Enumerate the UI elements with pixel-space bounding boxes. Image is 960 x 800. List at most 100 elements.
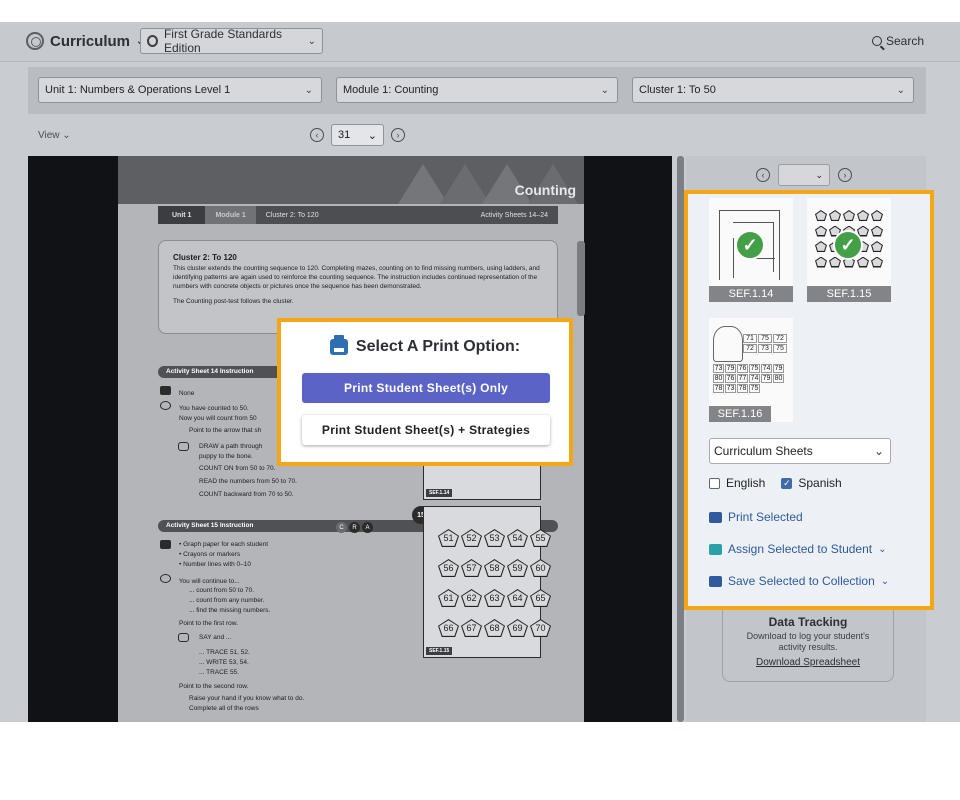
- unit-dropdown[interactable]: Unit 1: Numbers & Operations Level 1 ⌄: [38, 77, 322, 103]
- cra-c: C: [336, 522, 347, 533]
- cra-indicator: C R A: [336, 522, 373, 533]
- sheet14-materials: None: [160, 386, 194, 399]
- sheet14-line: READ the numbers from 50 to 70.: [199, 478, 297, 485]
- page-value: 31: [338, 129, 351, 141]
- pentagon: 58: [484, 559, 505, 577]
- pentagon: 53: [484, 529, 505, 547]
- pentagon: 68: [484, 619, 505, 637]
- sheet14-line: COUNT backward from 70 to 50.: [199, 491, 294, 498]
- pentagon-row: 51 52 53 54 55: [438, 529, 551, 547]
- print-sheets-only-button[interactable]: Print Student Sheet(s) Only: [302, 373, 550, 403]
- thumbnail-page-select[interactable]: ⌄: [778, 164, 830, 186]
- view-menu[interactable]: View ⌄: [38, 130, 71, 141]
- chevron-down-icon: ⌄: [815, 169, 823, 180]
- language-options: English ✓ Spanish: [709, 476, 842, 490]
- doc-title: Counting: [514, 182, 576, 198]
- previous-thumbnail-button[interactable]: ‹: [756, 168, 770, 182]
- filter-bar: Unit 1: Numbers & Operations Level 1 ⌄ M…: [28, 67, 926, 114]
- curriculum-menu[interactable]: Curriculum ⌄: [26, 32, 144, 50]
- sheet15-material: • Number lines with 0–10: [179, 561, 252, 568]
- pentagon: 54: [507, 529, 528, 547]
- printer-icon: [709, 511, 722, 523]
- task-icon: [178, 633, 189, 642]
- modal-title-text: Select A Print Option:: [355, 338, 521, 355]
- print-selected-label: Print Selected: [728, 510, 803, 524]
- cartoon-illustration: [713, 326, 743, 362]
- cluster-text: This cluster extends the counting sequen…: [173, 265, 540, 290]
- download-spreadsheet-link[interactable]: Download Spreadsheet: [723, 657, 893, 668]
- sheet15-line: Raise your hand if you know what to do.: [189, 695, 305, 702]
- module-value: Module 1: Counting: [343, 84, 439, 96]
- pentagon-row: 66 67 68 69 70: [438, 619, 551, 637]
- sheet15-label: SEF.1.15: [426, 647, 453, 655]
- cluster-dropdown[interactable]: Cluster 1: To 50 ⌄: [632, 77, 914, 103]
- sheet15-line: ... TRACE 51, 52.: [199, 649, 250, 656]
- pentagon: 69: [507, 619, 528, 637]
- pentagon: 55: [530, 529, 551, 547]
- pentagon: 57: [461, 559, 482, 577]
- english-checkbox[interactable]: [709, 477, 720, 489]
- sheet-type-value: Curriculum Sheets: [714, 444, 813, 458]
- cra-r: R: [349, 522, 360, 533]
- edition-label: First Grade Standards Edition: [163, 27, 283, 55]
- app-title: Curriculum: [50, 32, 131, 50]
- thumbnail-sef-1-14[interactable]: ✓ SEF.1.14: [709, 198, 793, 302]
- thumbnail-sef-1-16[interactable]: 71 75 72 72 73 75 73 79 76 75 74 79 80 7…: [709, 318, 793, 422]
- thumbnail-label: SEF.1.14: [709, 286, 793, 302]
- save-selected-label: Save Selected to Collection: [728, 574, 875, 588]
- speech-icon: [160, 574, 171, 583]
- curriculum-logo-icon: [26, 32, 44, 50]
- pentagon: 67: [461, 619, 482, 637]
- sheet15-line: Point to the second row.: [179, 683, 249, 690]
- edition-icon: [147, 35, 158, 47]
- module-dropdown[interactable]: Module 1: Counting ⌄: [336, 77, 618, 103]
- cluster-note: The Counting post-test follows the clust…: [173, 298, 294, 305]
- print-sheets-strategies-button[interactable]: Print Student Sheet(s) + Strategies: [302, 415, 550, 445]
- sheet15-thumbnail: 51 52 53 54 55 56 57 58 59 60 61 62 63 6…: [423, 506, 551, 658]
- pentagon: 62: [461, 589, 482, 607]
- page-select[interactable]: 31 ⌄: [331, 124, 384, 146]
- thumbnail-sef-1-15[interactable]: ✓ SEF.1.15: [807, 198, 891, 302]
- sheet15-task: [178, 633, 189, 646]
- doc-tab-module: Module 1: [205, 206, 256, 224]
- edition-selector[interactable]: First Grade Standards Edition ⌄: [140, 27, 323, 55]
- chevron-down-icon: ⌄: [307, 35, 316, 47]
- pentagon: 52: [461, 529, 482, 547]
- previous-page-button[interactable]: ‹: [310, 128, 324, 142]
- selected-check-icon: ✓: [833, 230, 863, 260]
- print-selection-panel: ✓ SEF.1.14 ✓ SEF.1.15 71 75 72 72 73 75 …: [684, 190, 934, 610]
- materials-icon: [160, 386, 171, 395]
- spanish-checkbox[interactable]: ✓: [781, 477, 793, 489]
- sheet15-line: ... find the missing numbers.: [189, 607, 271, 614]
- assign-selected-button[interactable]: Assign Selected to Student ⌄: [709, 542, 886, 556]
- document-scrollbar[interactable]: [577, 241, 585, 316]
- sheet15-line: ... count from any number.: [189, 597, 265, 604]
- chevron-down-icon: ⌄: [367, 129, 377, 142]
- cluster-value: Cluster 1: To 50: [639, 84, 716, 96]
- speech-icon: [160, 401, 171, 410]
- next-page-button[interactable]: ›: [391, 128, 405, 142]
- next-thumbnail-button[interactable]: ›: [838, 168, 852, 182]
- search-icon: [871, 36, 882, 46]
- sheet15-line: ... TRACE 55.: [199, 669, 239, 676]
- task-icon: [178, 442, 189, 451]
- sheet14-speech: You have counted to 50.: [160, 401, 249, 414]
- top-bar: Curriculum ⌄ First Grade Standards Editi…: [0, 22, 960, 62]
- panel-scrollbar[interactable]: [677, 156, 684, 722]
- print-selected-button[interactable]: Print Selected: [709, 510, 803, 524]
- sheet15-line: SAY and ...: [199, 634, 232, 641]
- materials-icon: [160, 540, 171, 549]
- printer-icon: [329, 335, 348, 355]
- sheet15-line: ... count from 50 to 70.: [189, 587, 255, 594]
- pentagon-row: 61 62 63 64 65: [438, 589, 551, 607]
- sheet14-line: Point to the arrow that sh: [189, 427, 262, 434]
- save-selected-button[interactable]: Save Selected to Collection ⌄: [709, 574, 889, 588]
- sheet-type-select[interactable]: Curriculum Sheets ⌄: [709, 438, 891, 464]
- sheet14-line: Now you will count from 50: [179, 415, 257, 422]
- viewer-toolbar: View ⌄ ‹ 31 ⌄ ›: [0, 122, 960, 152]
- doc-banner: Counting: [118, 156, 584, 204]
- chevron-down-icon: ⌄: [878, 543, 887, 555]
- sheet14-task: [178, 442, 189, 455]
- sheet14-line: puppy to the bone.: [199, 453, 253, 460]
- search-button[interactable]: Search: [871, 34, 924, 48]
